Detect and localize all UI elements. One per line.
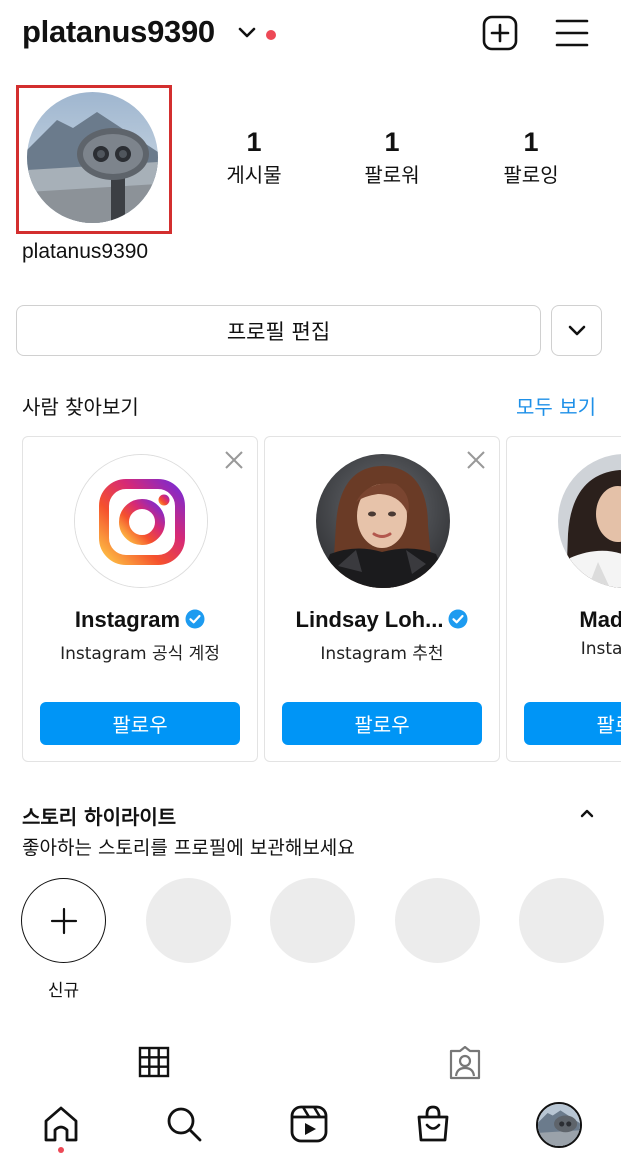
suggestion-carousel[interactable]: Instagram Instagram 공식 계정 팔로우 Lindsay Lo… xyxy=(0,436,621,764)
stat-following-count: 1 xyxy=(523,127,539,157)
new-highlight-label: 신규 xyxy=(47,981,80,1001)
plus-icon xyxy=(50,907,77,934)
account-username[interactable]: platanus9390 xyxy=(22,14,215,50)
suggestion-name[interactable]: Instagram xyxy=(23,607,257,633)
suggestion-avatar[interactable] xyxy=(316,454,450,588)
profile-avatar[interactable] xyxy=(27,92,158,223)
tagged-person-icon[interactable] xyxy=(447,1046,483,1080)
suggestion-card[interactable]: Madison Instagram 팔로우 xyxy=(506,436,621,762)
search-icon[interactable] xyxy=(164,1104,204,1144)
suggested-people-toggle-button[interactable] xyxy=(551,305,602,356)
follow-button[interactable]: 팔로우 xyxy=(282,702,482,745)
shopping-bag-icon[interactable] xyxy=(413,1104,453,1144)
edit-profile-button[interactable]: 프로필 편집 xyxy=(16,305,541,356)
suggestion-subtitle: Instagram 공식 계정 xyxy=(60,644,220,664)
hamburger-menu-icon[interactable] xyxy=(554,16,590,50)
stat-followers-count: 1 xyxy=(384,127,400,157)
verified-badge-icon xyxy=(448,609,468,629)
top-bar: platanus9390 xyxy=(0,0,621,70)
stat-posts-label: 게시물 xyxy=(226,163,282,187)
discover-people-title: 사람 찾아보기 xyxy=(22,395,139,419)
suggestion-name[interactable]: Lindsay Loh... xyxy=(265,607,499,633)
suggestion-subtitle: Instagram 추천 xyxy=(320,644,444,664)
close-icon[interactable] xyxy=(223,449,245,471)
suggestion-name-text: Lindsay Loh... xyxy=(295,607,444,632)
highlight-placeholder xyxy=(270,878,355,963)
suggestion-name[interactable]: Madison xyxy=(507,607,621,633)
home-icon[interactable] xyxy=(41,1104,81,1144)
story-highlights-title: 스토리 하이라이트 xyxy=(22,805,177,829)
stat-following[interactable]: 1 팔로잉 xyxy=(476,125,586,189)
plus-square-icon[interactable] xyxy=(482,15,518,51)
follow-button[interactable]: 팔로우 xyxy=(40,702,240,745)
suggestion-card[interactable]: Instagram Instagram 공식 계정 팔로우 xyxy=(22,436,258,762)
stat-posts-count: 1 xyxy=(246,127,262,157)
stat-followers[interactable]: 1 팔로워 xyxy=(337,125,447,189)
chevron-down-icon[interactable] xyxy=(237,26,257,40)
chevron-up-icon[interactable] xyxy=(578,806,596,820)
profile-tab-avatar[interactable] xyxy=(536,1102,582,1148)
suggestion-card[interactable]: Lindsay Loh... Instagram 추천 팔로우 xyxy=(264,436,500,762)
home-notification-dot xyxy=(58,1147,64,1153)
highlight-placeholder xyxy=(146,878,231,963)
verified-badge-icon xyxy=(185,609,205,629)
suggestion-avatar[interactable] xyxy=(558,454,621,588)
new-highlight-button[interactable] xyxy=(21,878,106,963)
stat-following-label: 팔로잉 xyxy=(503,163,559,187)
stat-posts[interactable]: 1 게시물 xyxy=(199,125,309,189)
grid-icon[interactable] xyxy=(138,1046,170,1078)
see-all-link[interactable]: 모두 보기 xyxy=(516,391,596,420)
follow-button[interactable]: 팔로우 xyxy=(524,702,621,745)
bottom-navigation xyxy=(0,1098,621,1161)
highlight-placeholder xyxy=(395,878,480,963)
suggestion-name-text: Instagram xyxy=(74,607,181,632)
chevron-down-icon xyxy=(568,325,585,335)
suggestion-subtitle: Instagram xyxy=(580,639,621,659)
highlight-placeholder xyxy=(519,878,604,963)
instagram-logo[interactable] xyxy=(74,454,208,588)
close-icon[interactable] xyxy=(465,449,487,471)
profile-display-name: platanus9390 xyxy=(22,240,149,263)
story-highlights-subtitle: 좋아하는 스토리를 프로필에 보관해보세요 xyxy=(22,837,355,859)
reels-icon[interactable] xyxy=(289,1104,329,1144)
stat-followers-label: 팔로워 xyxy=(364,163,420,187)
notification-dot xyxy=(266,30,276,40)
